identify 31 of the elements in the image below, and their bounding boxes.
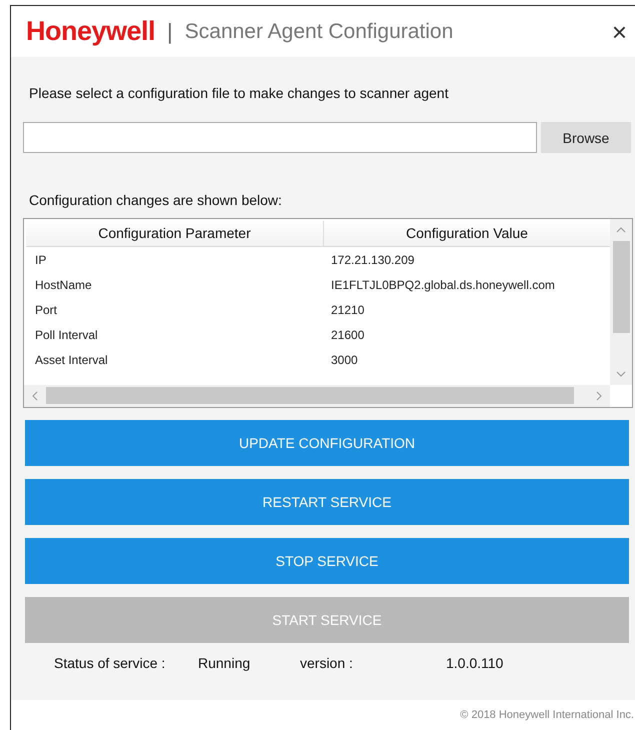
column-header[interactable]: Configuration Value [324, 221, 610, 246]
status-label: Status of service : [54, 655, 166, 671]
column-header[interactable]: Configuration Parameter [26, 221, 324, 246]
instruction-text: Please select a configuration file to make changes to scanner agent [29, 85, 450, 101]
brand-logo: Honeywell [26, 16, 156, 47]
file-path-field[interactable] [23, 122, 537, 153]
changes-label: Configuration changes are shown below: [29, 192, 283, 208]
version-value: 1.0.0.110 [446, 655, 504, 671]
scroll-left-icon[interactable] [30, 391, 40, 401]
copyright-text: © 2018 Honeywell International Inc. [460, 709, 634, 721]
window-title: Scanner Agent Configuration [184, 20, 454, 44]
close-button[interactable]: × [604, 18, 635, 44]
version-label: version : [300, 655, 354, 671]
parameter-cell-text: Asset Interval [34, 352, 109, 366]
scroll-down-icon[interactable] [616, 369, 626, 379]
value-cell-text: 21210 [330, 302, 366, 316]
parameter-cell-text: IP [34, 252, 48, 266]
status-value: Running [198, 655, 252, 671]
value-cell-text: IE1FLTJL0BPQ2.global.ds.honeywell.com [330, 278, 556, 292]
value-cell-text: 21600 [330, 328, 366, 342]
value-cell-text: 3000 [330, 352, 359, 366]
horizontal-scrollbar[interactable] [24, 385, 610, 407]
parameter-cell-text: HostName [34, 278, 93, 292]
browse-button[interactable]: Browse [541, 122, 631, 153]
scroll-right-icon[interactable] [594, 391, 604, 401]
value-cell-text: 172.21.130.209 [330, 252, 416, 266]
parameter-cell-text: Poll Interval [34, 328, 99, 342]
scroll-up-icon[interactable] [616, 225, 626, 235]
parameter-cell-text: Port [34, 302, 58, 316]
vertical-scrollbar[interactable] [610, 219, 632, 385]
title-separator: | [167, 18, 173, 44]
